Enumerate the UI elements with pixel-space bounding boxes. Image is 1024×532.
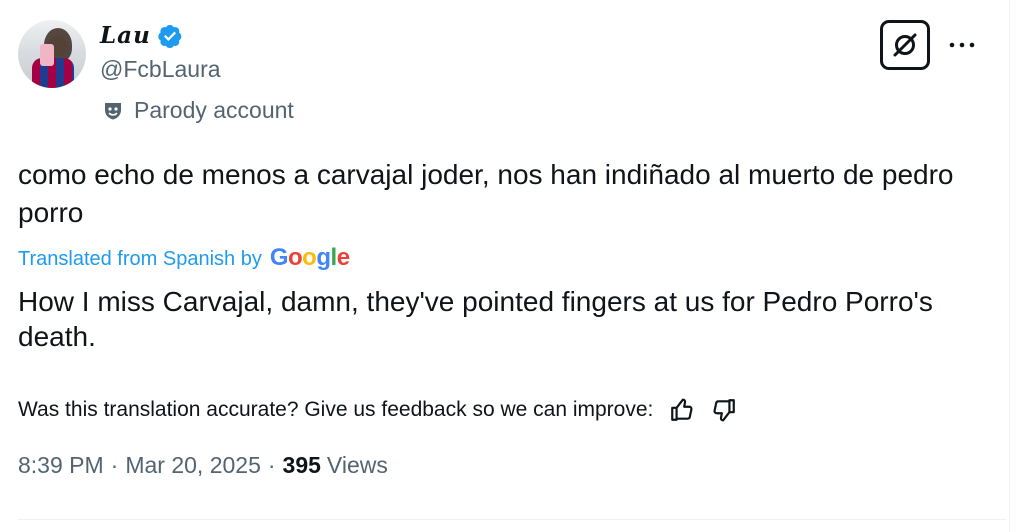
- translation-attribution: Translated from Spanish by Google: [18, 244, 350, 272]
- avatar[interactable]: [18, 20, 86, 88]
- meta-separator: ·: [267, 452, 276, 478]
- thumbs-down-button[interactable]: [709, 395, 739, 425]
- translated-from-label[interactable]: Translated from Spanish by: [18, 248, 262, 271]
- meta-separator: ·: [110, 452, 119, 478]
- author-handle[interactable]: @FcbLaura: [100, 56, 221, 83]
- tweet-metadata: 8:39 PM · Mar 20, 2025 · 395 Views: [18, 452, 388, 479]
- grok-button[interactable]: [880, 20, 930, 70]
- verified-badge-icon[interactable]: [157, 23, 183, 49]
- google-logo: Google: [269, 244, 350, 271]
- column-divider: [1009, 0, 1010, 532]
- author-name-row: Lau: [100, 22, 183, 49]
- grok-icon: [893, 33, 917, 57]
- translated-text: How I miss Carvajal, damn, they've point…: [18, 286, 933, 352]
- tweet-text: como echo de menos a carvajal joder, nos…: [18, 159, 954, 228]
- avatar-phone: [40, 44, 54, 66]
- thumbs-up-button[interactable]: [667, 395, 697, 425]
- parody-account-label[interactable]: Parody account: [102, 97, 294, 124]
- author-display-name[interactable]: Lau: [100, 22, 151, 49]
- thumbs-up-icon: [671, 398, 693, 421]
- parody-account-text: Parody account: [134, 97, 294, 123]
- translation-feedback: Was this translation accurate? Give us f…: [18, 395, 739, 425]
- theater-masks-icon: [102, 100, 124, 122]
- more-options-button[interactable]: [944, 30, 980, 60]
- feedback-prompt: Was this translation accurate? Give us f…: [18, 398, 654, 421]
- bottom-divider: [18, 519, 1006, 520]
- tweet-time[interactable]: 8:39 PM: [18, 452, 104, 479]
- views-label: Views: [326, 452, 388, 478]
- thumbs-down-icon: [713, 399, 736, 422]
- views-count: 395: [282, 452, 321, 478]
- more-icon: [949, 42, 975, 48]
- tweet-date[interactable]: Mar 20, 2025: [125, 452, 261, 479]
